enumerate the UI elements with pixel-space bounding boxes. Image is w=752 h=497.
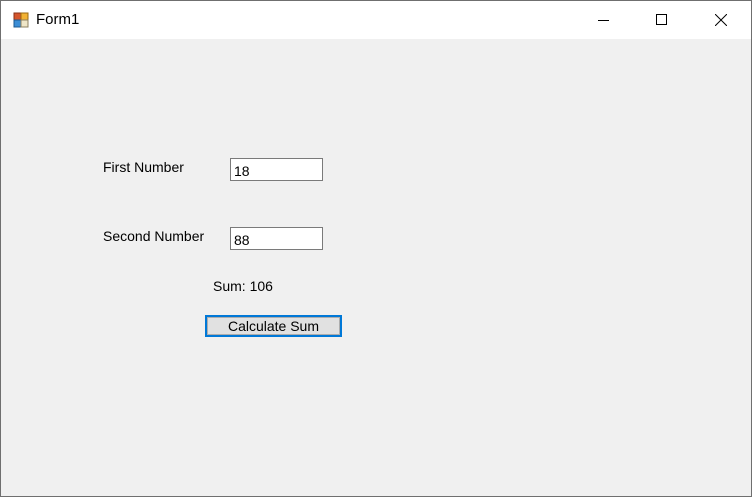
calculate-sum-button-label: Calculate Sum xyxy=(227,318,320,334)
second-number-input[interactable]: 88 xyxy=(230,227,323,250)
close-button[interactable] xyxy=(698,1,744,39)
maximize-button[interactable] xyxy=(639,1,685,39)
calculate-sum-button[interactable]: Calculate Sum xyxy=(205,315,342,337)
app-icon xyxy=(13,12,29,28)
window-title: Form1 xyxy=(36,11,80,28)
minimize-icon xyxy=(598,20,609,21)
first-number-input[interactable]: 18 xyxy=(230,158,323,181)
form1-window: Form1 First Number 18 Second Number 88 S… xyxy=(0,0,752,497)
minimize-button[interactable] xyxy=(581,1,627,39)
sum-result-label: Sum: 106 xyxy=(213,278,273,294)
maximize-icon xyxy=(656,14,667,25)
first-number-label: First Number xyxy=(103,159,184,175)
close-icon xyxy=(715,14,727,26)
second-number-label: Second Number xyxy=(103,228,205,244)
title-bar[interactable]: Form1 xyxy=(1,1,751,39)
